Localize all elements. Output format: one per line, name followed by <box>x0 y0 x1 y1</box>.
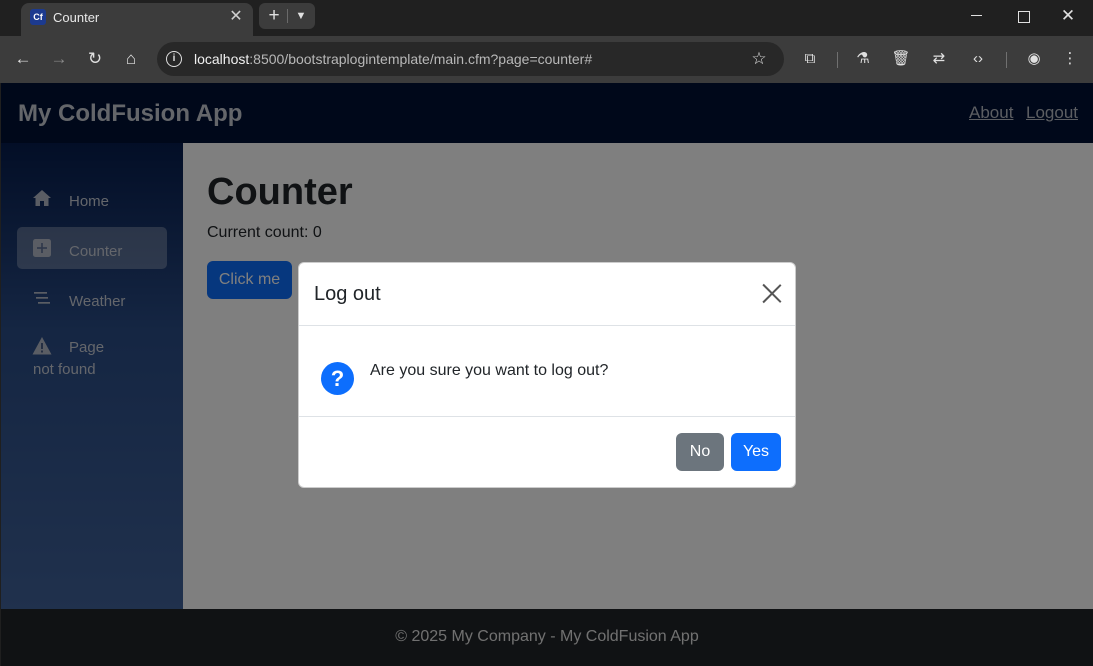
window-minimize-icon[interactable] <box>967 6 987 26</box>
tab-title: Counter <box>53 10 100 25</box>
new-tab-icon[interactable]: + <box>263 4 285 28</box>
modal-header-divider <box>299 325 795 326</box>
browser-tab-bar: Cf Counter ✕ + ▼ ✕ <box>0 0 1093 36</box>
translate-icon[interactable]: ⇄ <box>927 47 951 71</box>
modal-footer-divider <box>299 416 795 417</box>
home-button-icon[interactable]: ⌂ <box>119 47 143 71</box>
url-path: :8500/bootstraplogintemplate/main.cfm?pa… <box>249 51 593 67</box>
url-host: localhost <box>194 51 250 67</box>
browser-toolbar: ← → ↻ ⌂ i localhost:8500/bootstraplogint… <box>0 36 1093 83</box>
tab-controls-divider <box>287 9 288 23</box>
modal-message: Are you sure you want to log out? <box>370 362 609 379</box>
devtools-code-icon[interactable]: ‹› <box>966 47 990 71</box>
forward-arrow-icon[interactable]: → <box>47 47 71 71</box>
toolbar-divider <box>837 52 838 68</box>
tab-controls: + ▼ <box>259 3 315 29</box>
back-arrow-icon[interactable]: ← <box>11 47 35 71</box>
window-maximize-icon[interactable] <box>1013 6 1033 26</box>
site-info-icon[interactable]: i <box>166 51 182 67</box>
profile-icon[interactable]: ◉ <box>1022 47 1046 71</box>
window-close-icon[interactable]: ✕ <box>1058 5 1078 27</box>
no-button[interactable]: No <box>676 433 724 471</box>
tab-search-chevron-icon[interactable]: ▼ <box>291 4 311 28</box>
menu-kebab-icon[interactable]: ⋮ <box>1058 47 1082 71</box>
url-text[interactable]: localhost:8500/bootstraplogintemplate/ma… <box>194 51 592 67</box>
modal-close-icon[interactable] <box>761 282 783 304</box>
question-circle-icon: ? <box>321 362 354 395</box>
tab-close-icon[interactable]: ✕ <box>227 8 245 26</box>
reload-icon[interactable]: ↻ <box>83 47 107 71</box>
address-bar[interactable]: i localhost:8500/bootstraplogintemplate/… <box>157 42 784 76</box>
trash-icon[interactable]: 🗑 <box>889 47 913 71</box>
yes-button[interactable]: Yes <box>731 433 781 471</box>
labs-flask-icon[interactable]: ⚗ <box>851 47 875 71</box>
browser-tab[interactable]: Cf Counter ✕ <box>21 3 253 36</box>
bookmark-star-icon[interactable]: ☆ <box>748 48 770 70</box>
toolbar-divider <box>1006 52 1007 68</box>
extensions-icon[interactable]: ⧉ <box>798 47 822 71</box>
favicon-icon: Cf <box>30 9 46 25</box>
modal-title: Log out <box>314 283 381 305</box>
logout-modal: Log out ? Are you sure you want to log o… <box>298 262 796 488</box>
